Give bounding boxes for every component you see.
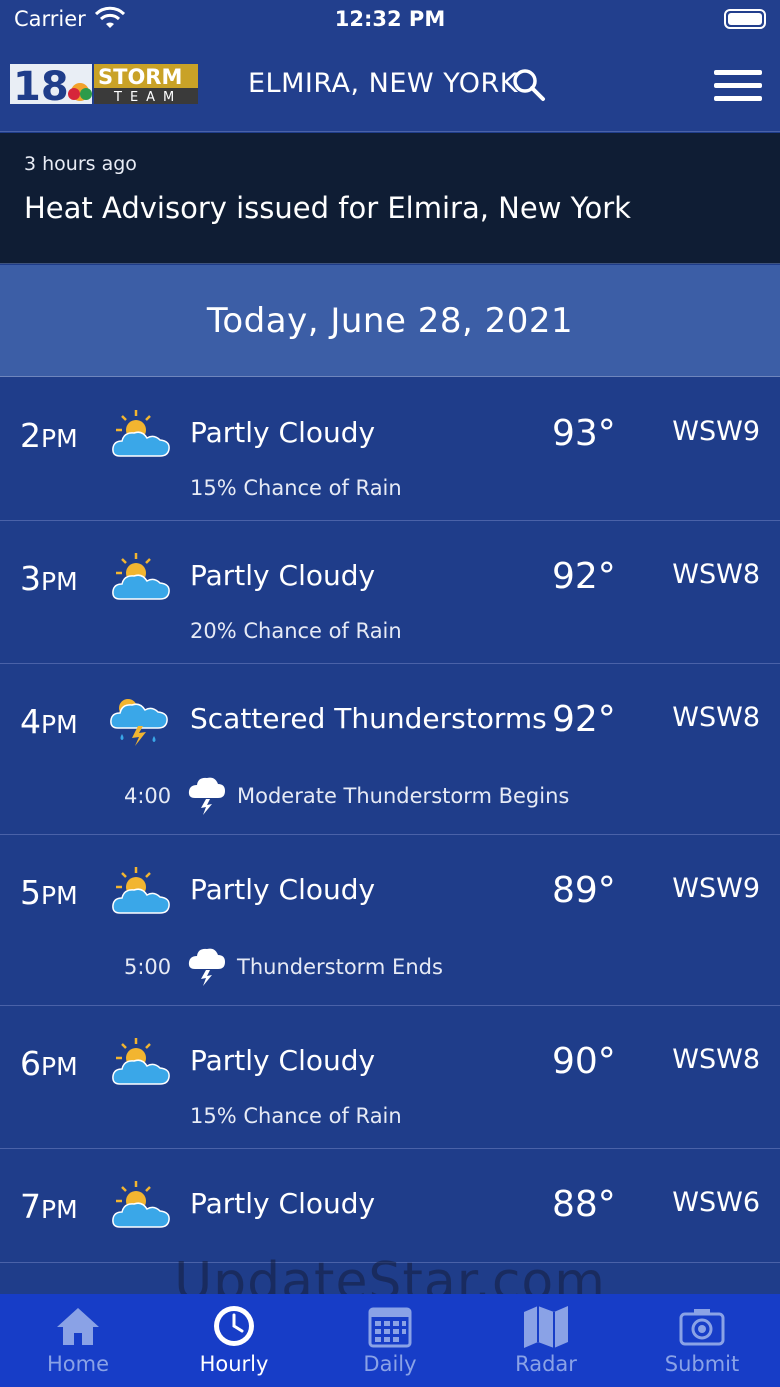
condition-text: Scattered Thunderstorms xyxy=(190,702,547,735)
date-header: Today, June 28, 2021 xyxy=(0,265,780,377)
tab-label: Submit xyxy=(664,1352,740,1376)
hour-row[interactable]: 7PM Partly Cloudy 88° WSW6 xyxy=(0,1149,780,1263)
tab-radar[interactable]: Radar xyxy=(468,1294,624,1387)
hour-label: 3PM xyxy=(20,559,78,598)
condition-text: Partly Cloudy xyxy=(190,873,376,906)
event-time: 5:00 xyxy=(124,955,172,979)
hamburger-menu-icon[interactable] xyxy=(714,70,762,102)
battery-icon xyxy=(724,9,766,29)
temperature: 93° xyxy=(552,413,616,454)
hour-row[interactable]: 3PM Partly Cloudy 92° WSW8 20% Chance of… xyxy=(0,521,780,664)
hour-row[interactable]: 2PM Partly Cloudy 93° WSW9 15% Chance of… xyxy=(0,378,780,521)
storm-cloud-icon xyxy=(188,777,225,815)
temperature: 89° xyxy=(552,870,616,911)
temperature: 90° xyxy=(552,1041,616,1082)
alert-timestamp: 3 hours ago xyxy=(24,153,137,175)
hourly-forecast-list: 2PM Partly Cloudy 93° WSW9 15% Chance of… xyxy=(0,378,780,1263)
hour-label: 5PM xyxy=(20,873,78,912)
wind: WSW8 xyxy=(672,702,760,733)
rain-chance: 20% Chance of Rain xyxy=(190,619,402,643)
temperature: 88° xyxy=(552,1184,616,1225)
hour-row[interactable]: 5PM Partly Cloudy 89° WSW9 5:00 Thunders… xyxy=(0,835,780,1006)
camera-icon xyxy=(679,1309,725,1346)
thunderstorm-icon xyxy=(110,699,168,746)
tab-bar: Home Hourly Daily Radar Submit xyxy=(0,1294,780,1387)
wind: WSW9 xyxy=(672,416,760,447)
rain-chance: 15% Chance of Rain xyxy=(190,1104,402,1128)
condition-text: Partly Cloudy xyxy=(190,1044,376,1077)
tab-hourly[interactable]: Hourly xyxy=(156,1294,312,1387)
tab-home[interactable]: Home xyxy=(0,1294,156,1387)
location-title[interactable]: ELMIRA, NEW YORK xyxy=(248,68,518,99)
logo-word-storm: STORM xyxy=(98,65,182,89)
search-icon[interactable] xyxy=(512,68,546,102)
status-bar: Carrier 12:32 PM xyxy=(0,0,780,40)
hour-label: 6PM xyxy=(20,1044,78,1083)
logo-number: 18 xyxy=(13,64,69,106)
wind: WSW8 xyxy=(672,559,760,590)
temperature: 92° xyxy=(552,699,616,740)
hour-row[interactable]: 6PM Partly Cloudy 90° WSW8 15% Chance of… xyxy=(0,1006,780,1149)
hour-row[interactable]: 4PM Scattered Thunderstorms 92° WSW8 4:0… xyxy=(0,664,780,835)
partly-cloudy-icon xyxy=(112,867,170,914)
station-logo[interactable]: 18 STORM TEAM xyxy=(10,62,198,106)
alert-banner[interactable]: 3 hours ago Heat Advisory issued for Elm… xyxy=(0,133,780,264)
tab-daily[interactable]: Daily xyxy=(312,1294,468,1387)
condition-text: Partly Cloudy xyxy=(190,416,376,449)
alert-headline: Heat Advisory issued for Elmira, New Yor… xyxy=(24,191,631,225)
partly-cloudy-icon xyxy=(112,1038,170,1085)
condition-text: Partly Cloudy xyxy=(190,559,376,592)
hour-label: 2PM xyxy=(20,416,78,455)
partly-cloudy-icon xyxy=(112,553,170,600)
app-header: 18 STORM TEAM ELMIRA, NEW YORK xyxy=(0,40,780,132)
wind: WSW6 xyxy=(672,1187,760,1218)
tab-submit[interactable]: Submit xyxy=(624,1294,780,1387)
partly-cloudy-icon xyxy=(112,410,170,457)
event-text: Moderate Thunderstorm Begins xyxy=(237,784,570,808)
wind: WSW8 xyxy=(672,1044,760,1075)
clock: 12:32 PM xyxy=(334,7,446,31)
tab-label: Hourly xyxy=(199,1352,269,1376)
rain-chance: 15% Chance of Rain xyxy=(190,476,402,500)
clock-icon xyxy=(214,1306,254,1346)
home-icon xyxy=(57,1308,99,1345)
temperature: 92° xyxy=(552,556,616,597)
hour-label: 4PM xyxy=(20,702,78,741)
event-text: Thunderstorm Ends xyxy=(237,955,443,979)
logo-word-team: TEAM xyxy=(113,90,182,105)
storm-cloud-icon xyxy=(188,948,225,986)
tab-label: Daily xyxy=(363,1352,417,1376)
map-icon xyxy=(524,1306,568,1348)
wind: WSW9 xyxy=(672,873,760,904)
condition-text: Partly Cloudy xyxy=(190,1187,376,1220)
partly-cloudy-icon xyxy=(112,1181,170,1228)
tab-label: Home xyxy=(46,1352,109,1376)
event-time: 4:00 xyxy=(124,784,172,808)
calendar-icon xyxy=(368,1307,412,1348)
hour-label: 7PM xyxy=(20,1187,78,1226)
tab-label: Radar xyxy=(515,1352,577,1376)
